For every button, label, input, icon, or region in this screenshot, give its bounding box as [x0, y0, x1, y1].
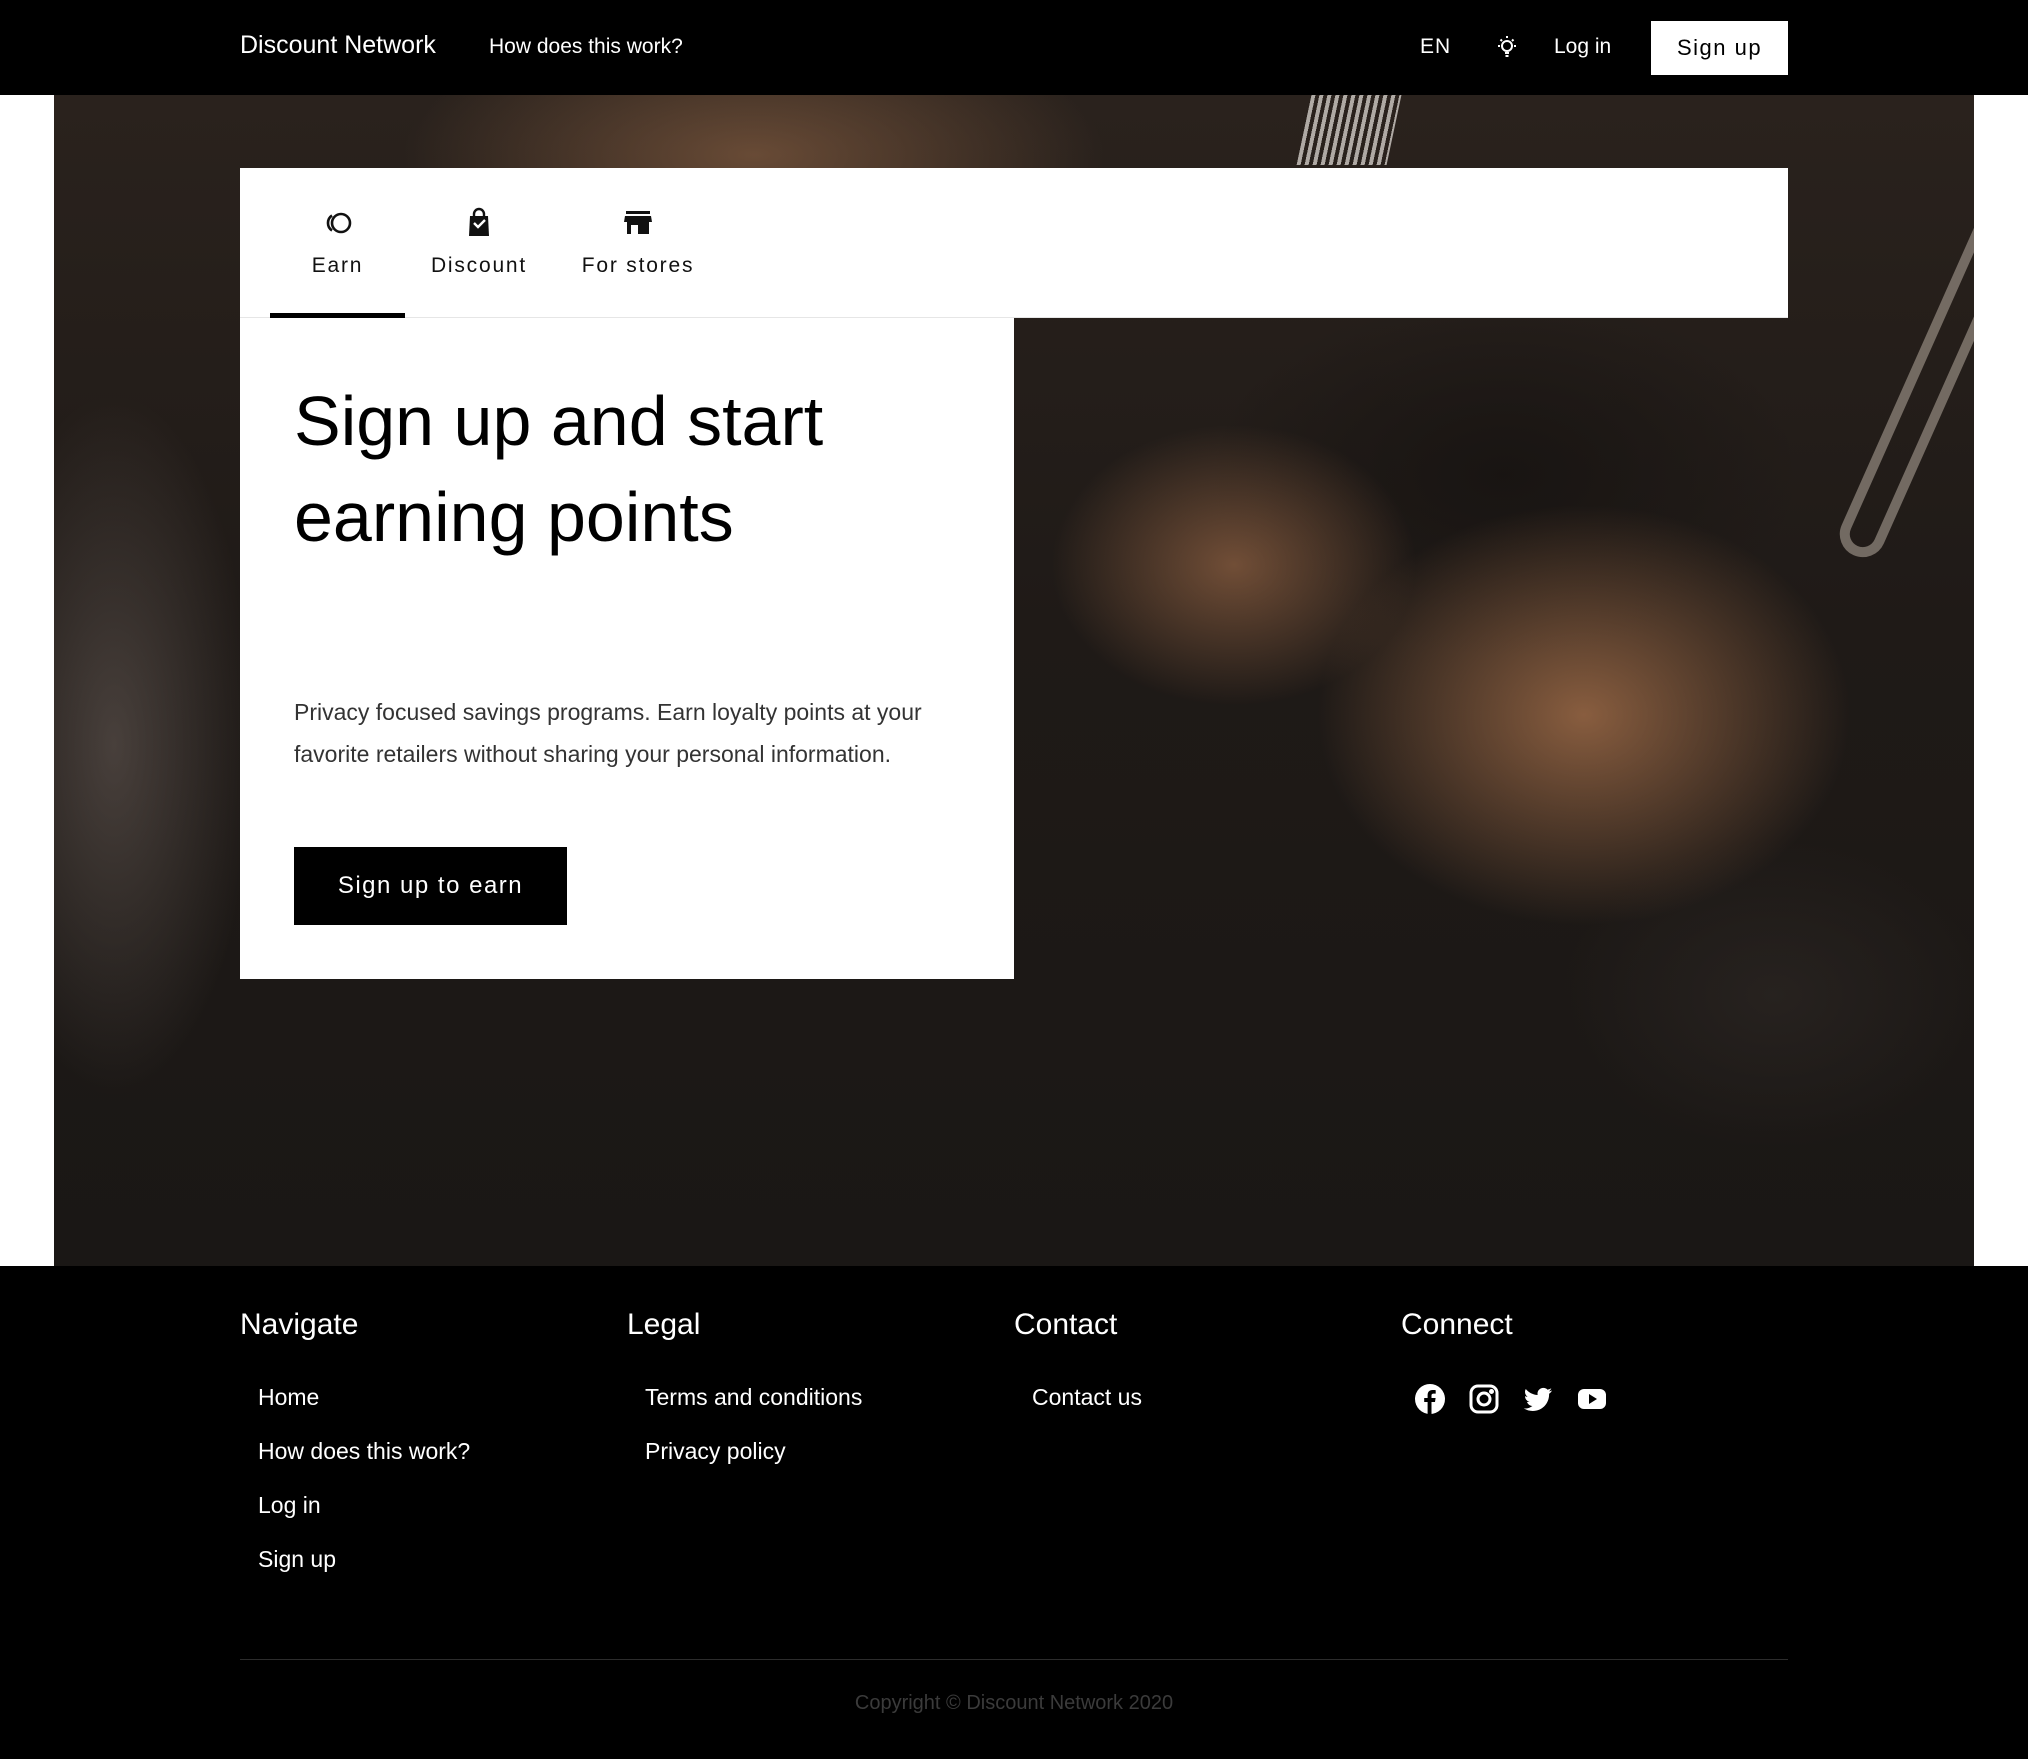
tab-for-stores-label: For stores: [581, 254, 695, 277]
coins-icon: [321, 206, 355, 240]
footer-link-contact-us[interactable]: Contact us: [1032, 1382, 1142, 1412]
storefront-icon: [621, 206, 655, 240]
footer-link-signup[interactable]: Sign up: [258, 1544, 470, 1574]
scissors-shape: [1832, 125, 1974, 565]
footer-navigate-column: Navigate Home How does this work? Log in…: [240, 1308, 470, 1598]
login-link[interactable]: Log in: [1554, 35, 1611, 59]
twitter-icon[interactable]: [1521, 1382, 1555, 1416]
footer-link-home[interactable]: Home: [258, 1382, 470, 1412]
tab-earn-label: Earn: [311, 254, 364, 277]
tab-earn[interactable]: Earn: [270, 168, 405, 318]
tab-discount[interactable]: Discount: [424, 168, 534, 318]
instagram-icon[interactable]: [1467, 1382, 1501, 1416]
footer-link-login[interactable]: Log in: [258, 1490, 470, 1520]
shopping-bag-icon: [462, 206, 496, 240]
footer-contact-heading: Contact: [1014, 1308, 1118, 1341]
signup-button[interactable]: Sign up: [1651, 21, 1788, 75]
facebook-icon[interactable]: [1413, 1382, 1447, 1416]
top-navbar: Discount Network How does this work? EN …: [0, 0, 2028, 95]
hero-headline: Sign up and start earning points: [294, 382, 824, 556]
footer-divider: [240, 1659, 1788, 1660]
tab-discount-label: Discount: [430, 254, 528, 277]
footer-link-terms[interactable]: Terms and conditions: [645, 1382, 862, 1412]
how-does-this-work-link[interactable]: How does this work?: [489, 35, 683, 59]
comb-shape: [1296, 95, 1402, 165]
footer-connect-heading: Connect: [1401, 1308, 1513, 1341]
tab-for-stores[interactable]: For stores: [577, 168, 699, 318]
footer-link-privacy[interactable]: Privacy policy: [645, 1436, 862, 1466]
language-selector[interactable]: EN: [1420, 35, 1451, 59]
youtube-icon[interactable]: [1575, 1382, 1609, 1416]
feature-tabs: Earn Discount For stores: [240, 168, 1788, 318]
footer: Navigate Home How does this work? Log in…: [0, 1266, 2028, 1759]
social-links: [1401, 1382, 1609, 1416]
footer-legal-column: Legal Terms and conditions Privacy polic…: [627, 1308, 862, 1490]
footer-contact-column: Contact Contact us: [1014, 1308, 1142, 1436]
signup-to-earn-button[interactable]: Sign up to earn: [294, 847, 567, 925]
lightbulb-icon[interactable]: [1494, 34, 1520, 60]
footer-navigate-heading: Navigate: [240, 1308, 359, 1341]
copyright-text: Copyright © Discount Network 2020: [854, 1692, 1174, 1714]
brand-logo-link[interactable]: Discount Network: [240, 31, 436, 60]
footer-connect-column: Connect: [1401, 1308, 1609, 1416]
footer-legal-heading: Legal: [627, 1308, 701, 1341]
hero-card: Sign up and start earning points Privacy…: [240, 318, 1014, 979]
footer-link-how-does-this-work[interactable]: How does this work?: [258, 1436, 470, 1466]
hero-description: Privacy focused savings programs. Earn l…: [294, 699, 922, 767]
